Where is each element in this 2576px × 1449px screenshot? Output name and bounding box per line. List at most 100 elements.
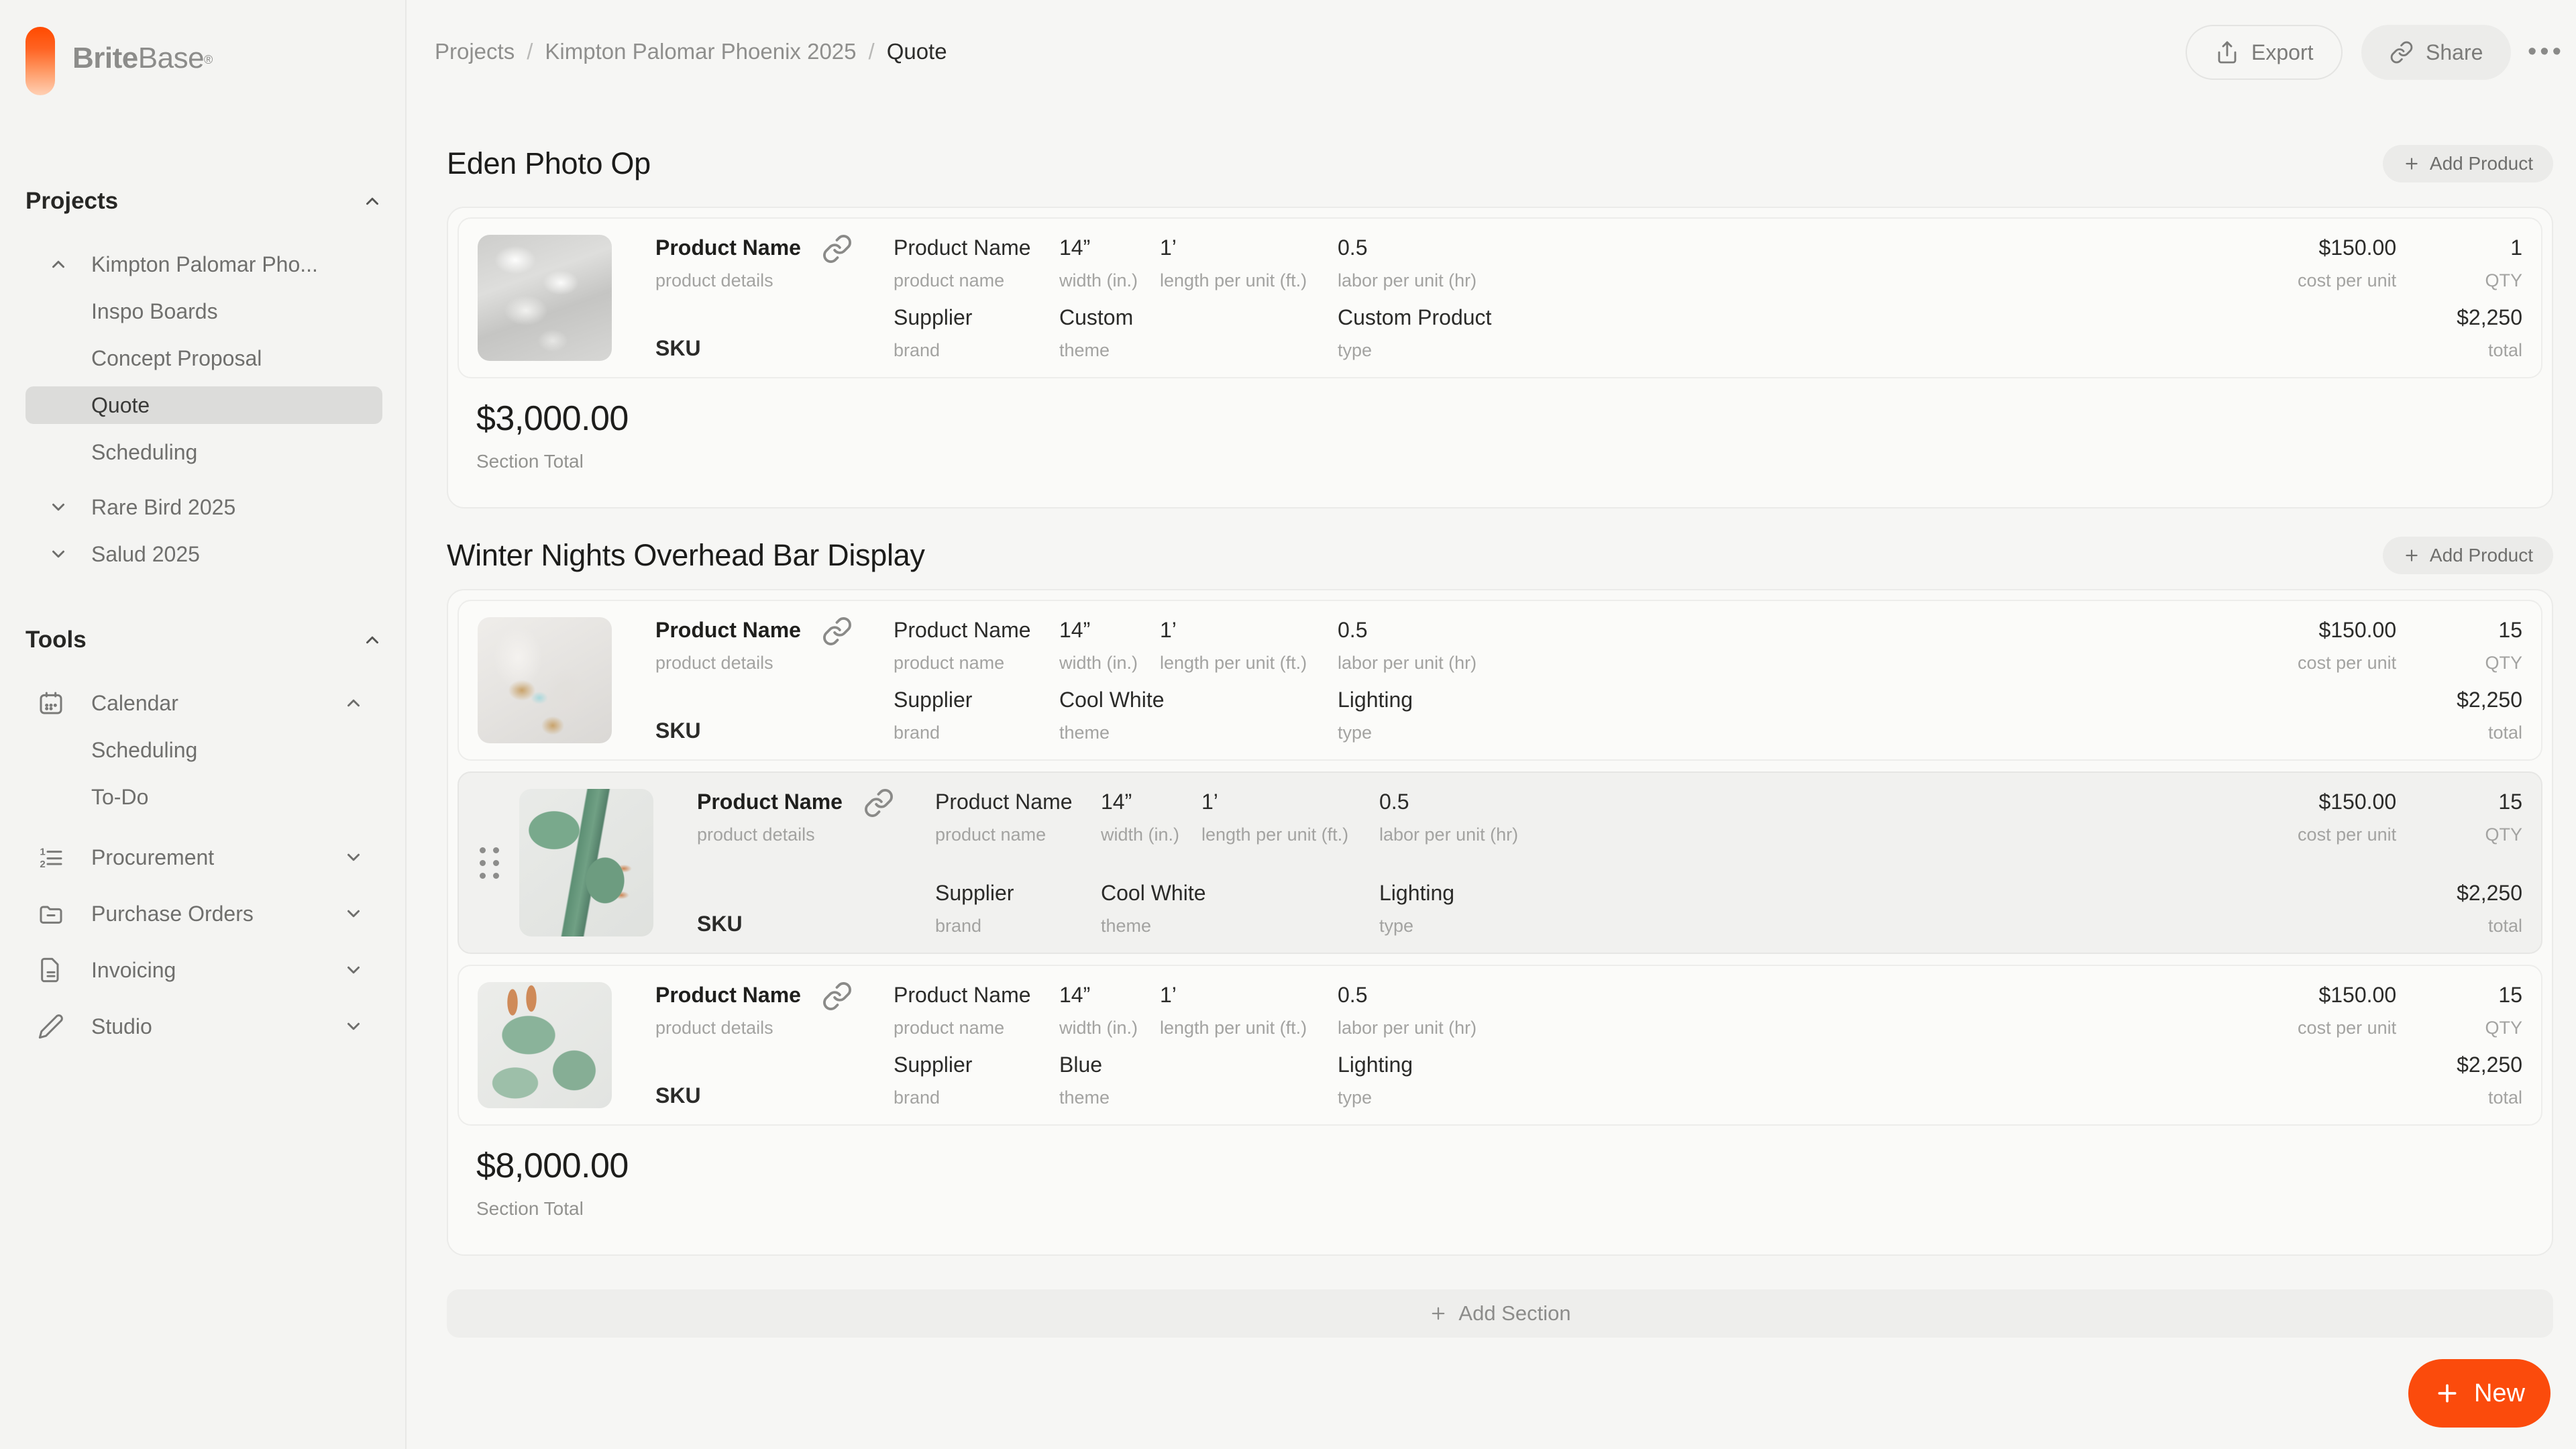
link-icon[interactable] xyxy=(822,233,853,264)
link-icon[interactable] xyxy=(822,616,853,647)
sidebar: BriteBase® Projects Kimpton Palomar Pho.… xyxy=(0,0,407,1449)
sidebar-item-label: Purchase Orders xyxy=(91,902,254,926)
chevron-down-icon[interactable] xyxy=(343,904,364,924)
sidebar-item-label: Calendar xyxy=(91,691,178,716)
product-thumbnail xyxy=(478,617,612,743)
supplier-field: Supplier xyxy=(894,1052,1059,1077)
chevron-down-icon[interactable] xyxy=(343,960,364,980)
sidebar-item-label: Procurement xyxy=(91,845,214,870)
supplier-field: Supplier xyxy=(935,880,1101,906)
export-button[interactable]: Export xyxy=(2186,25,2343,80)
plus-icon xyxy=(1429,1304,1448,1323)
new-button-label: New xyxy=(2474,1379,2525,1408)
plus-icon xyxy=(2434,1380,2461,1407)
product-name: Product Name xyxy=(655,235,894,260)
theme-field: Cool White xyxy=(1059,687,1160,712)
sidebar-item-inspo-boards[interactable]: Inspo Boards xyxy=(25,292,382,330)
section-card: Product Name product details SKU Product… xyxy=(447,589,2553,1256)
product-name-label: product details xyxy=(655,1017,894,1038)
sidebar-item-concept-proposal[interactable]: Concept Proposal xyxy=(25,339,382,377)
section-header: Eden Photo Op Add Product xyxy=(447,144,2553,184)
chevron-down-icon[interactable] xyxy=(48,497,68,517)
cost-per-unit: $150.00 xyxy=(2318,982,2396,1008)
type-field: Lighting xyxy=(1338,1052,2298,1077)
more-options-button[interactable]: ••• xyxy=(2528,38,2565,66)
chevron-down-icon[interactable] xyxy=(48,544,68,564)
product-row[interactable]: Product Name product details SKU Product… xyxy=(458,965,2542,1126)
add-product-button[interactable]: Add Product xyxy=(2383,145,2553,182)
row-total: $2,250 xyxy=(2457,687,2522,712)
sidebar-item-kimpton-palomar-pho[interactable]: Kimpton Palomar Pho... xyxy=(25,246,382,283)
chevron-up-icon[interactable] xyxy=(48,254,68,274)
sidebar-item-scheduling[interactable]: Scheduling xyxy=(25,433,382,471)
product-name-label: product details xyxy=(655,652,894,674)
section-total-label: Section Total xyxy=(476,451,2542,472)
sidebar-item-procurement[interactable]: 12Procurement xyxy=(25,839,382,876)
sidebar-item-to-do[interactable]: To-Do xyxy=(25,778,382,816)
sidebar-item-label: Scheduling xyxy=(91,738,197,763)
sidebar-item-purchase-orders[interactable]: Purchase Orders xyxy=(25,895,382,932)
sidebar-item-rare-bird-2025[interactable]: Rare Bird 2025 xyxy=(25,488,382,526)
type-field: Custom Product xyxy=(1338,305,2298,330)
product-row[interactable]: Product Name product details SKU Product… xyxy=(458,217,2542,378)
breadcrumb: Projects / Kimpton Palomar Phoenix 2025 … xyxy=(435,39,947,64)
breadcrumb-project-name[interactable]: Kimpton Palomar Phoenix 2025 xyxy=(545,39,856,64)
calendar-icon xyxy=(38,690,64,716)
add-section-label: Add Section xyxy=(1458,1301,1570,1326)
breadcrumb-separator: / xyxy=(527,39,533,64)
sidebar-item-quote[interactable]: Quote xyxy=(25,386,382,424)
breadcrumb-projects[interactable]: Projects xyxy=(435,39,515,64)
product-name: Product Name xyxy=(697,789,935,814)
section-title: Winter Nights Overhead Bar Display xyxy=(447,538,925,573)
chevron-down-icon[interactable] xyxy=(343,1016,364,1036)
link-icon[interactable] xyxy=(863,788,894,818)
sidebar-item-invoicing[interactable]: Invoicing xyxy=(25,951,382,989)
new-button[interactable]: New xyxy=(2408,1359,2551,1428)
row-total: $2,250 xyxy=(2457,880,2522,906)
qty-value: 15 xyxy=(2498,789,2522,814)
product-thumbnail xyxy=(478,235,612,361)
brand-logo-icon xyxy=(25,27,55,95)
section-card: Product Name product details SKU Product… xyxy=(447,207,2553,508)
length-field: 1’ xyxy=(1160,982,1338,1008)
projects-section-header[interactable]: Projects xyxy=(25,185,382,217)
drag-handle-icon[interactable] xyxy=(478,847,502,879)
sidebar-item-label: Invoicing xyxy=(91,958,176,983)
length-field: 1’ xyxy=(1201,789,1379,814)
svg-text:2: 2 xyxy=(40,859,45,870)
sidebar-item-scheduling[interactable]: Scheduling xyxy=(25,731,382,769)
width-field: 14” xyxy=(1059,235,1160,260)
breadcrumb-current-page: Quote xyxy=(887,39,947,64)
link-icon[interactable] xyxy=(822,981,853,1012)
projects-header-label: Projects xyxy=(25,188,118,215)
add-product-button[interactable]: Add Product xyxy=(2383,537,2553,574)
chevron-down-icon[interactable] xyxy=(343,847,364,867)
sidebar-item-salud-2025[interactable]: Salud 2025 xyxy=(25,535,382,573)
qty-value: 15 xyxy=(2498,617,2522,643)
width-field: 14” xyxy=(1059,617,1160,643)
section-total: $8,000.00 Section Total xyxy=(458,1146,2542,1245)
sidebar-item-label: Salud 2025 xyxy=(91,542,200,567)
tools-section-header[interactable]: Tools xyxy=(25,624,382,656)
chevron-up-icon[interactable] xyxy=(343,693,364,713)
sidebar-item-calendar[interactable]: Calendar xyxy=(25,684,382,722)
sidebar-item-label: Rare Bird 2025 xyxy=(91,495,235,520)
add-section-button[interactable]: Add Section xyxy=(447,1289,2553,1338)
labor-field: 0.5 xyxy=(1338,617,2298,643)
product-thumbnail xyxy=(478,982,612,1108)
share-button[interactable]: Share xyxy=(2361,25,2511,80)
row-total: $2,250 xyxy=(2457,1052,2522,1077)
section-total-amount: $3,000.00 xyxy=(476,398,2542,439)
theme-field: Custom xyxy=(1059,305,1160,330)
projects-nav: Projects Kimpton Palomar Pho... Inspo Boa… xyxy=(25,185,382,573)
brand-logo[interactable]: BriteBase® xyxy=(25,27,213,95)
product-row[interactable]: Product Name product details SKU Product… xyxy=(458,771,2542,954)
sku-value: SKU xyxy=(697,912,935,936)
plus-icon xyxy=(2403,155,2420,172)
product-name-field: Product Name xyxy=(935,789,1101,814)
sidebar-item-studio[interactable]: Studio xyxy=(25,1008,382,1045)
product-row[interactable]: Product Name product details SKU Product… xyxy=(458,600,2542,761)
brand-name: BriteBase® xyxy=(72,42,213,75)
tools-nav: Tools CalendarSchedulingTo-Do12Procureme… xyxy=(25,624,382,1045)
row-total: $2,250 xyxy=(2457,305,2522,330)
